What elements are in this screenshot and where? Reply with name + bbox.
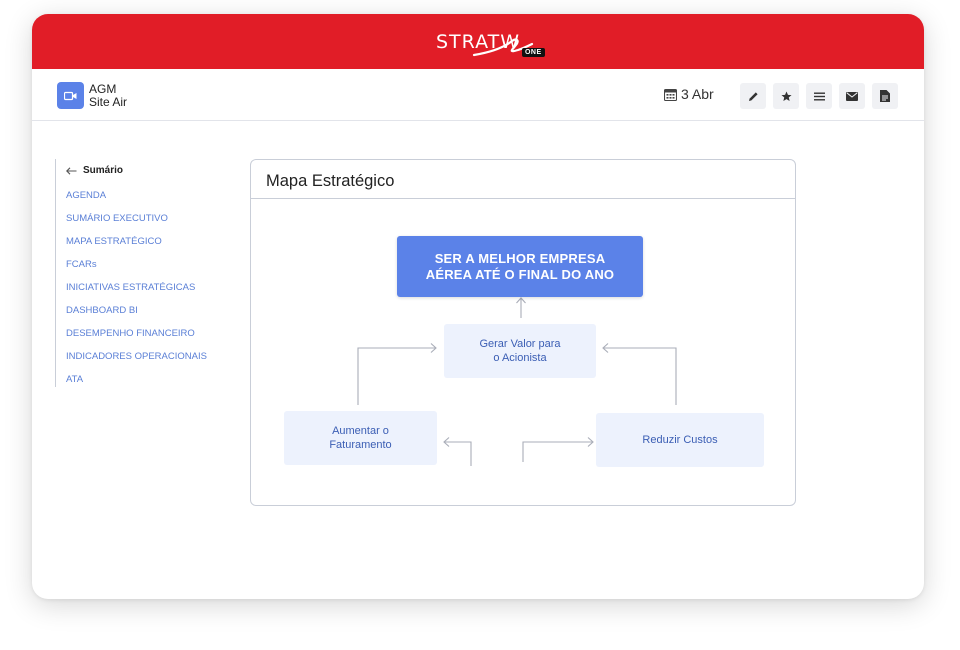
nav-item-minutes[interactable]: ATA [66,374,83,385]
app-window: STRATW ONE AGM Site Air 3 Abr Sumário AG… [32,14,924,599]
menu-icon [813,92,825,100]
meeting-title: AGM Site Air [89,83,127,109]
arrow-revenue-to-value [357,343,437,405]
meeting-header: AGM Site Air 3 Abr [32,69,924,121]
goal-box[interactable]: SER A MELHOR EMPRESA AÉREA ATÉ O FINAL D… [397,236,643,297]
brand-badge: ONE [521,47,545,57]
strategy-map-panel: Mapa Estratégico SER A MELHOR EMPRESA AÉ… [250,159,796,506]
meeting-date: 3 Abr [664,86,714,102]
nav-item-agenda[interactable]: AGENDA [66,190,106,201]
value-line-1: Gerar Valor para [479,338,561,350]
date-label: 3 Abr [681,86,714,102]
star-icon [780,91,792,101]
nav-item-strategy-map[interactable]: MAPA ESTRATÉGICO [66,236,162,247]
arrow-to-goal [516,297,526,318]
favorite-button[interactable] [773,83,799,109]
document-button[interactable] [872,83,898,109]
shareholder-value-box[interactable]: Gerar Valor para o Acionista [444,324,596,378]
reduce-costs-box[interactable]: Reduzir Custos [596,413,764,467]
nav-item-executive-summary[interactable]: SUMÁRIO EXECUTIVO [66,213,168,224]
mail-icon [846,91,858,101]
back-label: Sumário [83,165,124,176]
brand-bar: STRATW ONE [32,14,924,69]
menu-button[interactable] [806,83,832,109]
arrow-into-costs [522,437,594,462]
email-button[interactable] [839,83,865,109]
arrow-costs-to-value [602,343,677,405]
document-icon [880,90,890,102]
back-to-summary[interactable]: Sumário [66,165,123,176]
revenue-line-2: Faturamento [329,439,392,451]
goal-line-2: AÉREA ATÉ O FINAL DO ANO [425,266,615,282]
brand-logo: STRATW ONE [436,31,545,57]
goal-line-1: SER A MELHOR EMPRESA [434,250,606,266]
nav-item-dashboard-bi[interactable]: DASHBOARD BI [66,305,138,316]
increase-revenue-box[interactable]: Aumentar o Faturamento [284,411,437,465]
meeting-subtitle: Site Air [89,95,128,109]
summary-sidebar: Sumário AGENDA SUMÁRIO EXECUTIVO MAPA ES… [55,159,230,387]
nav-item-financial-performance[interactable]: DESEMPENHO FINANCEIRO [66,328,195,339]
nav-item-fcars[interactable]: FCARs [66,259,97,270]
arrow-into-revenue [443,437,472,466]
arrow-left-icon [66,166,77,175]
pencil-icon [748,91,758,101]
nav-item-operational-indicators[interactable]: INDICADORES OPERACIONAIS [66,351,207,362]
nav-item-strategic-initiatives[interactable]: INICIATIVAS ESTRATÉGICAS [66,282,195,293]
costs-label: Reduzir Custos [642,434,718,446]
video-camera-icon [57,82,84,109]
value-line-2: o Acionista [493,352,547,364]
edit-button[interactable] [740,83,766,109]
calendar-icon [664,88,677,101]
revenue-line-1: Aumentar o [332,425,389,437]
